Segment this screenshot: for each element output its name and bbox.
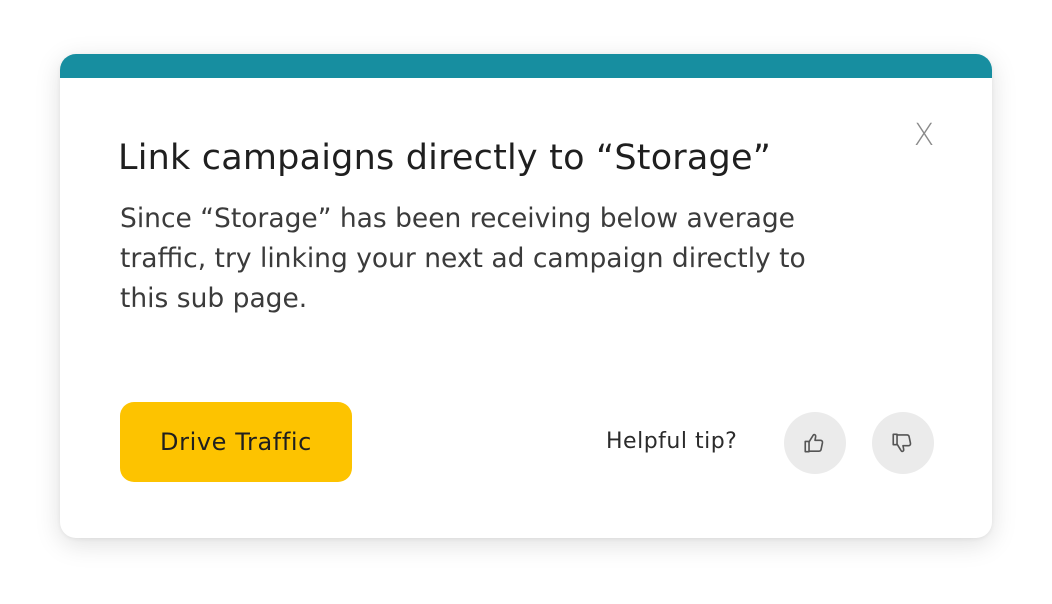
page: X Link campaigns directly to “Storage” S… <box>0 0 1052 604</box>
thumbs-down-icon <box>890 430 916 456</box>
card-title: Link campaigns directly to “Storage” <box>118 138 772 178</box>
thumbs-up-button[interactable] <box>784 412 846 474</box>
close-button[interactable]: X <box>900 116 948 156</box>
card-body: Since “Storage” has been receiving below… <box>120 203 806 314</box>
helpful-tip-label: Helpful tip? <box>606 429 738 454</box>
drive-traffic-button[interactable]: Drive Traffic <box>120 402 352 482</box>
tip-card: X Link campaigns directly to “Storage” S… <box>60 54 992 538</box>
thumbs-up-icon <box>802 430 828 456</box>
card-accent-bar <box>60 54 992 78</box>
thumbs-down-button[interactable] <box>872 412 934 474</box>
